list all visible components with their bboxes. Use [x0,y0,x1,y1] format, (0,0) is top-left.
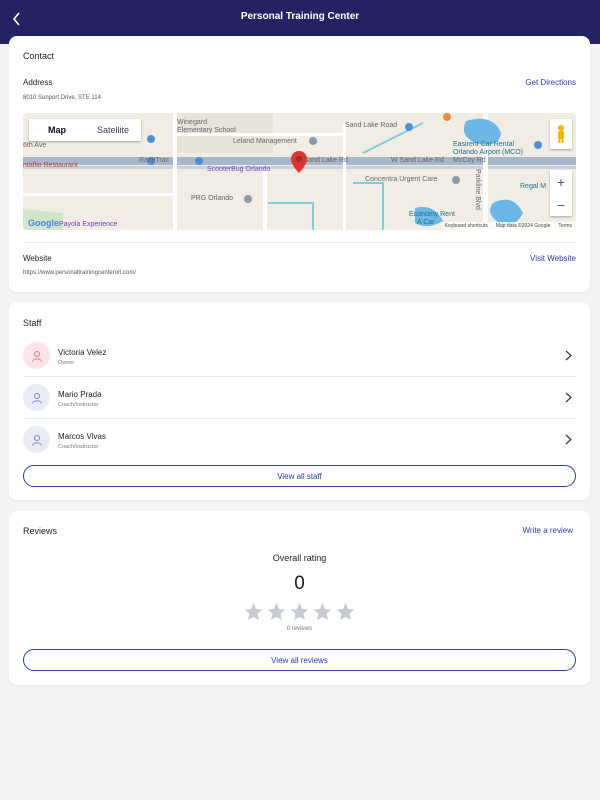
staff-name: Mario Prada [58,390,102,399]
staff-name: Victoria Velez [58,348,107,357]
page-title: Personal Training Center [240,11,360,22]
map-label-economy-2: A Car [417,219,435,226]
map-label-winegard: Winegard [177,119,207,126]
staff-row[interactable]: Marcos Vivas Coach/Instructor [23,419,576,461]
google-logo-text: Google [28,218,59,228]
staff-role: Owner [58,360,75,366]
map-footer: Keyboard shortcuts Map data ©2024 Google… [440,222,576,230]
map-data-text: Map data ©2024 Google [495,223,551,229]
chevron-right-icon [565,350,572,361]
map-label-race-trac: RaceTrac [139,157,170,164]
map-label-leland: Leland Management [233,138,297,145]
map-label-sand-lake-road: Sand Lake Road [345,122,398,129]
map-tab-map[interactable]: Map [29,119,85,141]
pegman-icon [558,125,564,143]
star-icon [267,603,286,621]
write-review-link[interactable]: Write a review [522,526,573,535]
user-icon [31,434,42,446]
view-all-staff-button[interactable]: View all staff [23,465,576,487]
reviews-card: Reviews Write a review Overall rating 0 … [9,511,590,685]
map-label-ayola: Payola Experience [59,221,118,228]
staff-row[interactable]: Victoria Velez Owner [23,335,576,377]
website-label: Website [23,254,52,263]
map-label-restaurant: ntaflio Restaurant [23,162,78,169]
visit-website-link[interactable]: Visit Website [530,254,576,263]
map-label-scooterbug: ScooterBug Orlando [207,166,271,173]
avatar [23,426,50,453]
map-label-airport-1: Easirent Car Rental [453,141,515,148]
rating-value: 0 [294,573,305,594]
staff-role: Coach/Instructor [58,402,99,408]
address-label: Address [23,78,53,87]
map-label-mccoy: McCoy Rd [453,157,486,164]
view-all-reviews-button[interactable]: View all reviews [23,649,576,671]
star-rating [9,603,590,621]
map-label-w-sand-lake-2: W Sand Lake Rd [391,157,444,164]
map-label-concentra: Concentra Urgent Care [365,176,438,183]
google-logo: Google [28,218,59,228]
street-view-button[interactable] [550,119,572,149]
chevron-right-icon [565,392,572,403]
map-label-w-sand-lake: W Sand Lake Rd [295,157,348,164]
map-tab-satellite[interactable]: Satellite [85,119,141,141]
review-count: 0 reviews [286,626,313,632]
staff-card: Staff Victoria Velez Owner Mario Prada C… [9,302,590,500]
website-value: https://www.personaltrainingcenterorl.co… [23,270,137,276]
star-icon [313,603,332,621]
reviews-section-title: Reviews [23,526,58,536]
avatar [23,384,50,411]
zoom-out-button[interactable]: − [550,193,572,216]
zoom-control: + − [550,170,572,216]
contact-section-title: Contact [23,51,55,61]
map-label-prg: PRG Orlando [191,195,234,202]
terms-link[interactable]: Terms [558,223,572,229]
star-icon [290,603,309,621]
contact-card: Contact Address 8010 Sunport Drive, STE … [9,36,590,292]
overall-rating-label: Overall rating [272,553,327,563]
map-label-regal: Regal M [520,183,547,190]
avatar [23,342,50,369]
star-icon [244,603,263,621]
map-label-ath: 6th Ave [23,142,47,149]
address-value: 8010 Sunport Drive, STE 114 [23,95,101,101]
zoom-in-button[interactable]: + [550,170,572,193]
user-icon [31,350,42,362]
map-label-airport-2: Orlando Airport (MCO) [453,149,524,156]
star-icon [336,603,355,621]
keyboard-shortcuts-link[interactable]: Keyboard shortcuts [445,223,488,229]
map-type-toggle: Map Satellite [29,119,141,141]
get-directions-link[interactable]: Get Directions [525,78,576,87]
staff-name: Marcos Vivas [58,432,106,441]
map-label-winegard-school: Elementary School [177,127,236,134]
map-label-parkline: Parkline Blvd [474,169,481,210]
location-map[interactable]: Winegard Elementary School Leland Manage… [23,113,576,230]
staff-row[interactable]: Mario Prada Coach/Instructor [23,377,576,419]
staff-section-title: Staff [23,318,42,328]
map-label-economy: Economy Rent [409,211,455,218]
user-icon [31,392,42,404]
staff-role: Coach/Instructor [58,444,99,450]
divider [23,242,576,243]
chevron-right-icon [565,434,572,445]
